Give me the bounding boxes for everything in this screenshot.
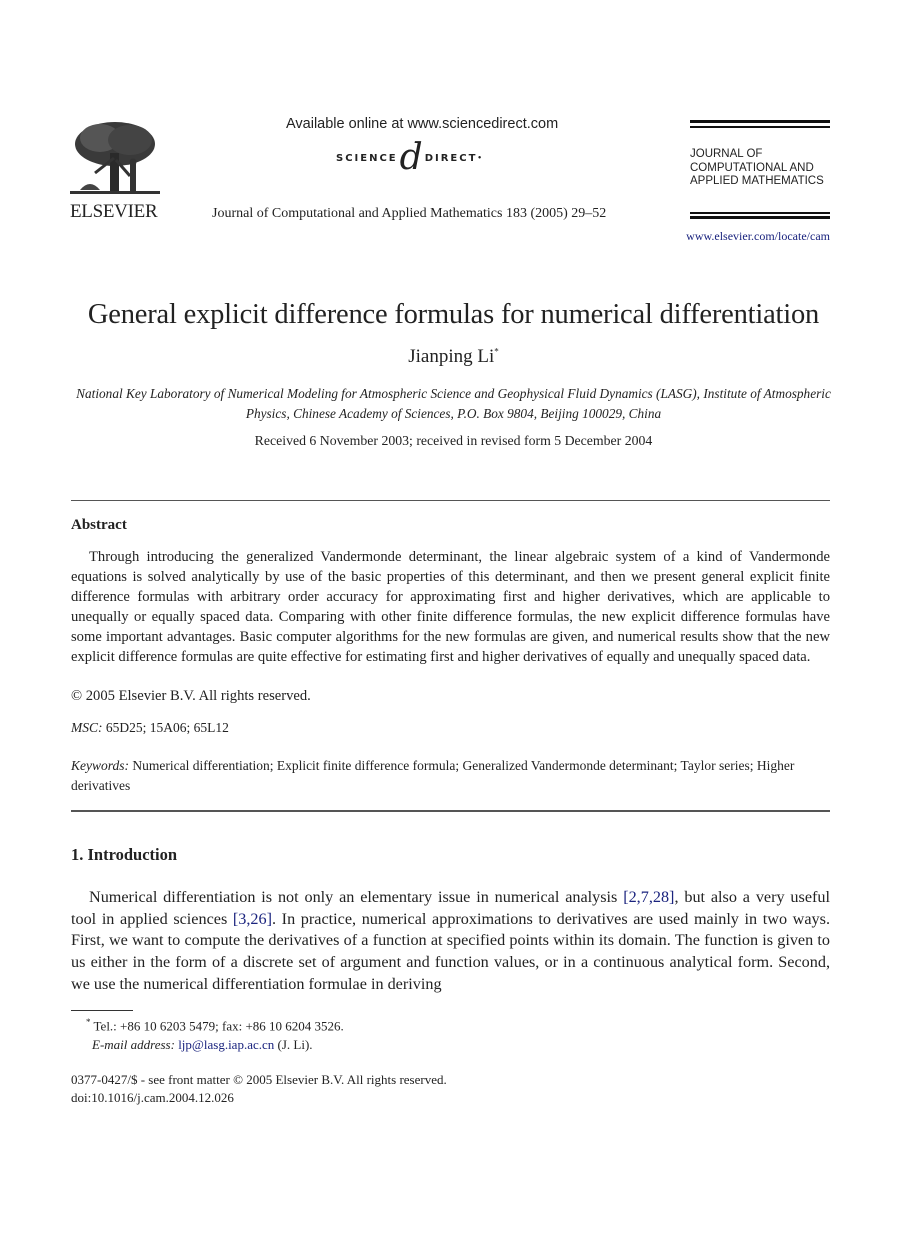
footnote-contact: * Tel.: +86 10 6203 5479; fax: +86 10 62… — [86, 1017, 344, 1034]
journal-rule-bottom-thick — [690, 216, 830, 219]
author-footnote-mark[interactable]: * — [494, 347, 499, 357]
email-suffix: (J. Li). — [274, 1037, 313, 1052]
divider-top — [71, 500, 830, 501]
author-name: Jianping Li — [408, 346, 495, 367]
journal-rule-bottom-thin — [690, 212, 830, 214]
journal-url-link[interactable]: www.elsevier.com/locate/cam — [670, 229, 830, 244]
affiliation: National Key Laboratory of Numerical Mod… — [76, 386, 831, 421]
footnote-rule — [71, 1010, 133, 1011]
received-dates: Received 6 November 2003; received in re… — [254, 433, 653, 448]
sciencedirect-mark: • — [477, 154, 482, 162]
front-matter: 0377-0427/$ - see front matter © 2005 El… — [71, 1072, 447, 1087]
keywords: Keywords: Numerical differentiation; Exp… — [71, 756, 830, 796]
keywords-label: Keywords: — [71, 758, 129, 773]
sciencedirect-logo: SCIENCE d DIRECT • — [336, 140, 482, 176]
email-label: E-mail address: — [92, 1037, 175, 1052]
journal-name-line: JOURNAL OF — [690, 148, 763, 160]
journal-citation: Journal of Computational and Applied Mat… — [212, 206, 607, 221]
journal-name: JOURNAL OF COMPUTATIONAL AND APPLIED MAT… — [690, 148, 824, 189]
sciencedirect-at-icon: d — [399, 137, 423, 178]
msc-codes: MSC: 65D25; 15A06; 65L12 — [71, 720, 229, 736]
journal-rule-top-thin — [690, 126, 830, 128]
doi[interactable]: doi:10.1016/j.cam.2004.12.026 — [71, 1090, 234, 1106]
abstract-body: Through introducing the generalized Vand… — [71, 549, 830, 665]
journal-name-line: COMPUTATIONAL AND — [690, 161, 814, 174]
sciencedirect-science-word: SCIENCE — [336, 152, 398, 164]
intro-text: Numerical differentiation is not only an… — [89, 888, 624, 906]
publisher-name: ELSEVIER — [70, 201, 158, 222]
section-heading-introduction: 1. Introduction — [71, 845, 178, 864]
journal-name-line: APPLIED MATHEMATICS — [690, 175, 824, 187]
footnote-email: E-mail address: ljp@lasg.iap.ac.cn (J. L… — [92, 1037, 313, 1053]
elsevier-tree-logo — [70, 118, 160, 198]
email-link[interactable]: ljp@lasg.iap.ac.cn — [178, 1037, 274, 1052]
available-online-text[interactable]: Available online at www.sciencedirect.co… — [286, 116, 558, 132]
abstract-copyright: © 2005 Elsevier B.V. All rights reserved… — [71, 688, 311, 704]
tree-icon — [70, 122, 160, 194]
citation-link[interactable]: [2,7,28] — [623, 888, 674, 906]
paper-title: General explicit difference formulas for… — [87, 299, 820, 330]
sciencedirect-direct-word: DIRECT — [424, 152, 478, 164]
citation-link[interactable]: [3,26] — [233, 910, 272, 928]
keywords-value: Numerical differentiation; Explicit fini… — [71, 758, 795, 793]
footnote-tel: Tel.: +86 10 6203 5479; fax: +86 10 6204… — [90, 1018, 344, 1034]
author: Jianping Li* — [0, 346, 907, 368]
msc-label: MSC: — [71, 720, 103, 735]
divider-bottom — [71, 810, 830, 812]
journal-rule-top-thick — [690, 120, 830, 123]
abstract-heading: Abstract — [71, 517, 127, 533]
msc-value: 65D25; 15A06; 65L12 — [105, 720, 229, 735]
introduction-paragraph: Numerical differentiation is not only an… — [71, 887, 830, 996]
